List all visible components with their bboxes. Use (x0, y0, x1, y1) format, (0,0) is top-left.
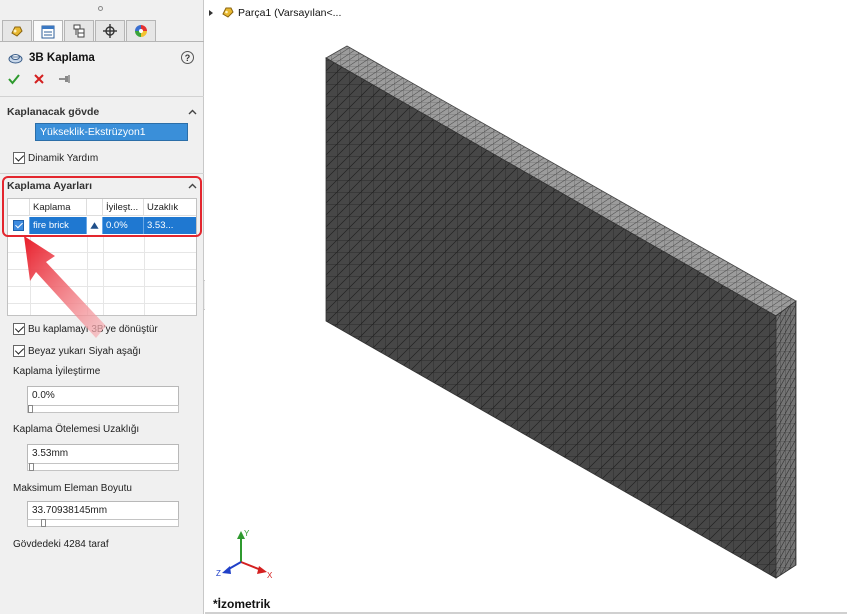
arrow-shape (24, 236, 106, 338)
axis-triad: Y X Z (216, 529, 273, 580)
property-manager-panel: 3B Kaplama ? Kaplanacak gövde Yükseklik-… (0, 0, 204, 614)
axis-z-label: Z (216, 569, 221, 578)
max-element-label: Maksimum Eleman Boyutu (13, 483, 132, 494)
slider-thumb[interactable] (29, 463, 34, 471)
model-side-face[interactable] (775, 300, 797, 579)
offset-label: Kaplama Ötelemesi Uzaklığı (13, 424, 140, 435)
red-callout-arrow (24, 236, 106, 338)
view-orientation-label: *İzometrik (213, 597, 271, 611)
model-view[interactable] (205, 0, 847, 614)
max-element-slider[interactable] (27, 519, 179, 527)
face-count-label: Gövdedeki 4284 taraf (13, 539, 109, 550)
max-element-input[interactable]: 33.70938145mm (27, 501, 179, 521)
refinement-input[interactable]: 0.0% (27, 386, 179, 406)
axis-x-label: X (267, 571, 273, 580)
model-front-face[interactable] (325, 57, 777, 579)
offset-input[interactable]: 3.53mm (27, 444, 179, 464)
offset-slider[interactable] (27, 463, 179, 471)
graphics-area[interactable]: Parça1 (Varsayılan<... Y X Z *İzometrik (205, 0, 847, 614)
slider-thumb[interactable] (28, 405, 33, 413)
axis-y-label: Y (244, 529, 250, 538)
refinement-label: Kaplama İyileştirme (13, 366, 101, 377)
refinement-slider[interactable] (27, 405, 179, 413)
slider-thumb[interactable] (41, 519, 46, 527)
